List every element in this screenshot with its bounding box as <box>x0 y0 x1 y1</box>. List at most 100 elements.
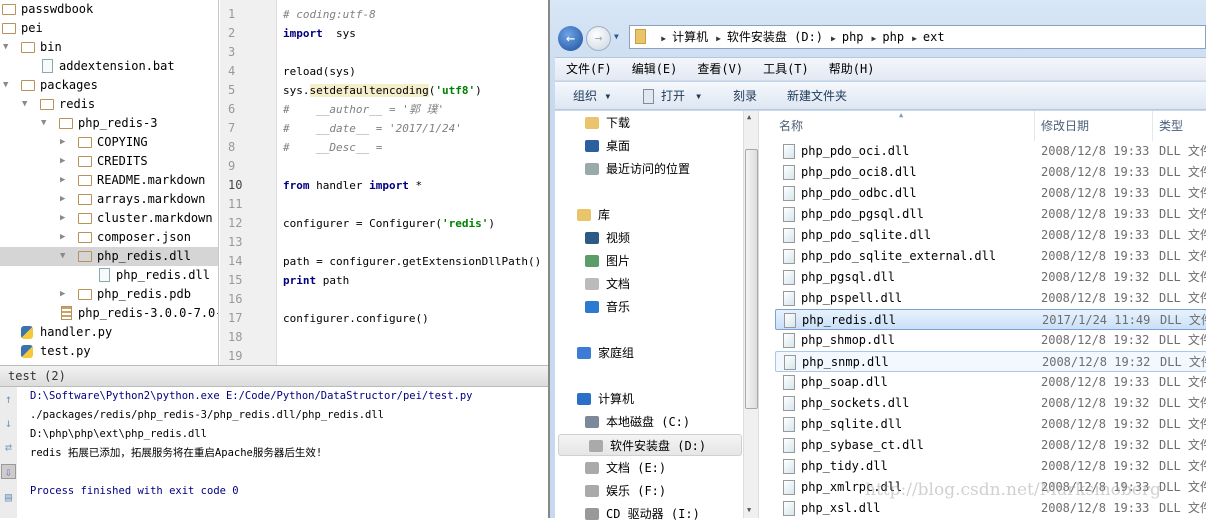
tree-item[interactable]: handler.py <box>0 323 218 342</box>
nav-item[interactable]: 软件安装盘 (D:) <box>558 434 742 456</box>
tree-item[interactable]: ▼ bin <box>0 38 218 57</box>
back-button[interactable]: ← <box>558 26 583 51</box>
collapsed-arrow-icon[interactable]: ▶ <box>60 152 65 171</box>
breadcrumb-separator-icon[interactable]: ▶ <box>831 28 836 50</box>
code-line[interactable]: configurer.configure() <box>283 309 429 328</box>
nav-item[interactable]: 文档 (E:) <box>555 457 743 479</box>
breadcrumb-separator-icon[interactable]: ▶ <box>716 28 721 50</box>
nav-item[interactable]: 计算机 <box>555 388 743 410</box>
code-line[interactable]: # __Desc__ = <box>283 138 382 157</box>
file-row[interactable]: php_soap.dll 2008/12/8 19:33 DLL 文件 <box>775 372 1206 393</box>
column-header-date[interactable]: 修改日期 <box>1041 115 1089 137</box>
code-line[interactable]: # __author__ = '郭 璞' <box>283 100 444 119</box>
breadcrumb-item[interactable]: 计算机 <box>672 26 708 48</box>
burn-button[interactable]: 刻录 <box>733 82 757 110</box>
file-row[interactable]: php_sqlite.dll 2008/12/8 19:32 DLL 文件 <box>775 414 1206 435</box>
forward-button[interactable]: → <box>586 26 611 51</box>
nav-item[interactable]: 图片 <box>555 250 743 272</box>
nav-item[interactable]: 家庭组 <box>555 342 743 364</box>
tree-item[interactable]: ▶ README.markdown <box>0 171 218 190</box>
tree-item[interactable]: php_redis-3.0.0-7.0- <box>0 304 218 323</box>
nav-item[interactable]: 桌面 <box>555 135 743 157</box>
breadcrumb-item[interactable]: ext <box>923 26 945 48</box>
navigation-scrollbar[interactable]: ▲ ▼ <box>743 111 758 518</box>
tree-item[interactable]: pei <box>0 19 218 38</box>
breadcrumb-separator-icon[interactable]: ▶ <box>912 28 917 50</box>
file-row[interactable]: php_pgsql.dll 2008/12/8 19:32 DLL 文件 <box>775 267 1206 288</box>
open-button[interactable]: 打开 <box>661 82 685 110</box>
column-separator[interactable] <box>1034 111 1035 141</box>
menu-item[interactable]: 查看(V) <box>697 58 743 80</box>
file-row[interactable]: php_pdo_sqlite_external.dll 2008/12/8 19:… <box>775 246 1206 267</box>
tree-item[interactable]: ▼ redis <box>0 95 218 114</box>
code-line[interactable]: # coding:utf-8 <box>283 5 376 24</box>
file-row[interactable]: php_pdo_oci.dll 2008/12/8 19:33 DLL 文件 <box>775 141 1206 162</box>
recent-pages-dropdown[interactable]: ▼ <box>614 32 619 41</box>
menu-item[interactable]: 工具(T) <box>763 58 809 80</box>
tree-item[interactable]: php_redis.dll <box>0 266 218 285</box>
file-row[interactable]: php_pspell.dll 2008/12/8 19:32 DLL 文件 <box>775 288 1206 309</box>
nav-item[interactable]: 下载 <box>555 112 743 134</box>
code-line[interactable]: configurer = Configurer('redis') <box>283 214 495 233</box>
run-console-tab[interactable]: test (2) <box>0 365 548 387</box>
arrow-up-icon[interactable]: ↑ <box>1 392 16 407</box>
new-folder-button[interactable]: 新建文件夹 <box>787 82 847 110</box>
file-row[interactable]: php_snmp.dll 2008/12/8 19:32 DLL 文件 <box>775 351 1206 372</box>
tree-item[interactable]: ▶ php_redis.pdb <box>0 285 218 304</box>
expanded-arrow-icon[interactable]: ▼ <box>3 38 8 57</box>
file-row[interactable]: php_sybase_ct.dll 2008/12/8 19:32 DLL 文件 <box>775 435 1206 456</box>
tree-item[interactable]: ▶ arrays.markdown <box>0 190 218 209</box>
column-header-name[interactable]: 名称 <box>779 115 803 137</box>
code-line[interactable]: print path <box>283 271 349 290</box>
collapsed-arrow-icon[interactable]: ▶ <box>60 171 65 190</box>
organize-button[interactable]: 组织 ▾ <box>573 82 611 110</box>
breadcrumb-separator-icon[interactable]: ▶ <box>661 28 666 50</box>
nav-item[interactable]: 库 <box>555 204 743 226</box>
column-separator[interactable] <box>1152 111 1153 141</box>
tree-item[interactable]: ▶ cluster.markdown <box>0 209 218 228</box>
tree-item[interactable]: ▼ packages <box>0 76 218 95</box>
open-dropdown[interactable]: ▾ <box>695 82 702 110</box>
file-row[interactable]: php_shmop.dll 2008/12/8 19:32 DLL 文件 <box>775 330 1206 351</box>
breadcrumb-item[interactable]: 软件安装盘 (D:) <box>727 26 823 48</box>
nav-item[interactable]: 文档 <box>555 273 743 295</box>
soft-wrap-icon[interactable]: ⇄ <box>1 440 16 455</box>
tree-item[interactable]: ▶ composer.json <box>0 228 218 247</box>
scroll-up-icon[interactable]: ▲ <box>747 113 751 121</box>
column-header-type[interactable]: 类型 <box>1159 115 1183 137</box>
scroll-to-end-icon[interactable]: ⇩ <box>1 464 16 479</box>
collapsed-arrow-icon[interactable]: ▶ <box>60 228 65 247</box>
collapsed-arrow-icon[interactable]: ▶ <box>60 285 65 304</box>
tree-item[interactable]: ▶ CREDITS <box>0 152 218 171</box>
tree-item[interactable]: test.py <box>0 342 218 361</box>
scroll-down-icon[interactable]: ▼ <box>747 506 751 514</box>
tree-item[interactable]: ▼ php_redis.dll <box>0 247 218 266</box>
file-row[interactable]: php_xsl.dll 2008/12/8 19:33 DLL 文件 <box>775 498 1206 519</box>
print-icon[interactable]: ▤ <box>1 490 16 505</box>
tree-item[interactable]: addextension.bat <box>0 57 218 76</box>
expanded-arrow-icon[interactable]: ▼ <box>3 76 8 95</box>
file-row[interactable]: php_tidy.dll 2008/12/8 19:32 DLL 文件 <box>775 456 1206 477</box>
code-line[interactable]: import sys <box>283 24 356 43</box>
code-line[interactable]: reload(sys) <box>283 62 356 81</box>
tree-item[interactable]: ▼ php_redis-3 <box>0 114 218 133</box>
project-tree[interactable]: passwdbook pei ▼ bin addextension.bat ▼ packag… <box>0 0 219 365</box>
collapsed-arrow-icon[interactable]: ▶ <box>60 133 65 152</box>
code-line[interactable]: from handler import * <box>283 176 422 195</box>
file-row[interactable]: php_pdo_oci8.dll 2008/12/8 19:33 DLL 文件 <box>775 162 1206 183</box>
arrow-down-icon[interactable]: ↓ <box>1 416 16 431</box>
nav-item[interactable]: CD 驱动器 (I:) <box>555 503 743 525</box>
file-row[interactable]: php_redis.dll 2017/1/24 11:49 DLL 文件 <box>775 309 1206 330</box>
nav-item[interactable]: 最近访问的位置 <box>555 158 743 180</box>
expanded-arrow-icon[interactable]: ▼ <box>41 114 46 133</box>
nav-item[interactable]: 音乐 <box>555 296 743 318</box>
code-line[interactable]: path = configurer.getExtensionDllPath() <box>283 252 541 271</box>
file-row[interactable]: php_pdo_sqlite.dll 2008/12/8 19:33 DLL 文件 <box>775 225 1206 246</box>
menu-item[interactable]: 文件(F) <box>566 58 612 80</box>
breadcrumb-item[interactable]: php <box>842 26 864 48</box>
menu-item[interactable]: 编辑(E) <box>632 58 678 80</box>
breadcrumb-item[interactable]: php <box>882 26 904 48</box>
menu-item[interactable]: 帮助(H) <box>829 58 875 80</box>
file-row[interactable]: php_sockets.dll 2008/12/8 19:32 DLL 文件 <box>775 393 1206 414</box>
scrollbar-thumb[interactable] <box>745 149 758 409</box>
